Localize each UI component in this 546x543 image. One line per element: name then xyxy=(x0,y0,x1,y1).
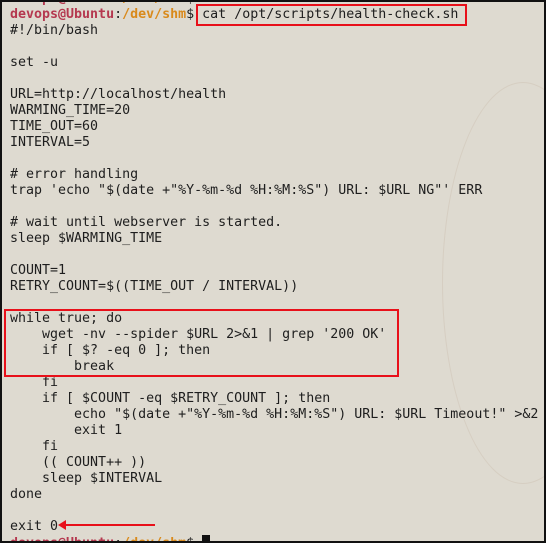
script-line: URL=http://localhost/health xyxy=(10,87,227,102)
script-line: INTERVAL=5 xyxy=(10,135,91,150)
script-line: # error handling xyxy=(10,167,139,182)
script-line: #!/bin/bash xyxy=(10,23,99,38)
prompt-path: /dev/shm xyxy=(122,7,187,22)
script-line: set -u xyxy=(10,55,59,70)
script-line: trap 'echo "$(date +"%Y-%m-%d %H:%M:%S")… xyxy=(10,183,483,198)
script-line: exit 1 xyxy=(10,423,123,438)
script-line: WARMING_TIME=20 xyxy=(10,103,131,118)
script-line: sleep $INTERVAL xyxy=(10,471,163,486)
terminal-window[interactable]: devops@Ubuntu:/dev/shm$ devops@Ubuntu:/d… xyxy=(0,0,546,543)
wallpaper-decoration xyxy=(442,82,544,484)
script-line: done xyxy=(10,487,43,502)
script-line: TIME_OUT=60 xyxy=(10,119,99,134)
script-line: fi xyxy=(10,375,59,390)
arrow-left-icon xyxy=(58,520,155,530)
prompt-path: /dev/shm xyxy=(122,536,186,541)
prompt-user: devops@Ubuntu xyxy=(10,536,114,541)
script-line: if [ $COUNT -eq $RETRY_COUNT ]; then xyxy=(10,391,331,406)
script-line: # wait until webserver is started. xyxy=(10,215,283,230)
script-line: COUNT=1 xyxy=(10,263,67,278)
prompt-symbol: $ xyxy=(186,536,194,541)
prompt-sep: : xyxy=(114,7,123,22)
command-highlight-box xyxy=(196,4,467,26)
prompt-user: devops@Ubuntu xyxy=(10,2,114,6)
script-line: RETRY_COUNT=$((TIME_OUT / INTERVAL)) xyxy=(10,279,299,294)
script-line: (( COUNT++ )) xyxy=(10,455,147,470)
current-prompt-line[interactable]: devops@Ubuntu:/dev/shm$ xyxy=(10,535,211,541)
script-line: sleep $WARMING_TIME xyxy=(10,231,163,246)
prompt-symbol: $ xyxy=(186,2,194,6)
previous-prompt-line: devops@Ubuntu:/dev/shm$ xyxy=(10,2,194,7)
script-line: fi xyxy=(10,439,59,454)
prompt-sep: : xyxy=(114,2,122,6)
cursor xyxy=(202,535,211,541)
loop-highlight-box xyxy=(4,309,399,377)
prompt-sep: : xyxy=(114,536,122,541)
prompt-symbol: $ xyxy=(186,7,195,22)
script-line: echo "$(date +"%Y-%m-%d %H:%M:%S") URL: … xyxy=(10,407,539,422)
script-line: exit 0 xyxy=(10,519,59,534)
prompt-user: devops@Ubuntu xyxy=(10,7,115,22)
prompt-path: /dev/shm xyxy=(122,2,186,6)
